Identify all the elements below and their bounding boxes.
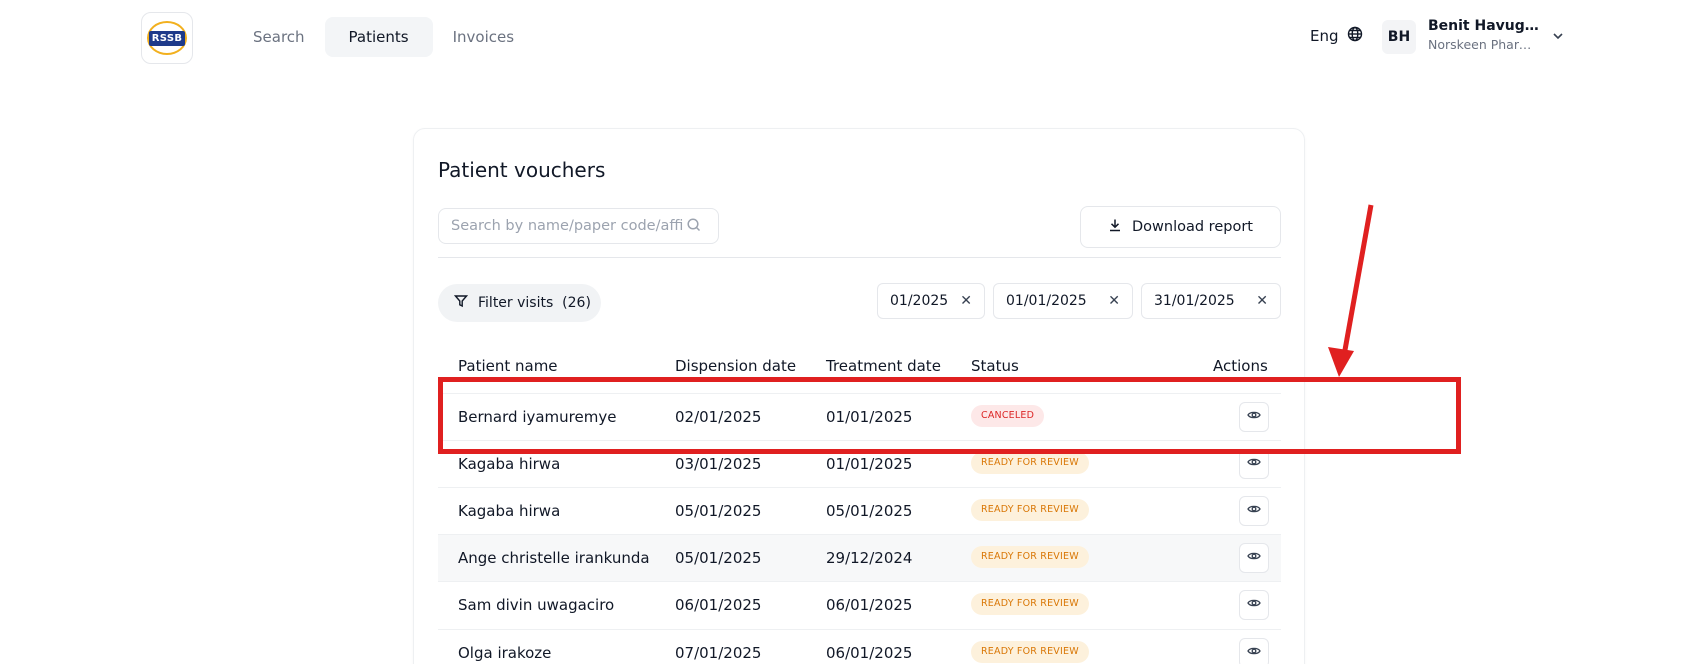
annotation-arrow — [1328, 204, 1374, 377]
